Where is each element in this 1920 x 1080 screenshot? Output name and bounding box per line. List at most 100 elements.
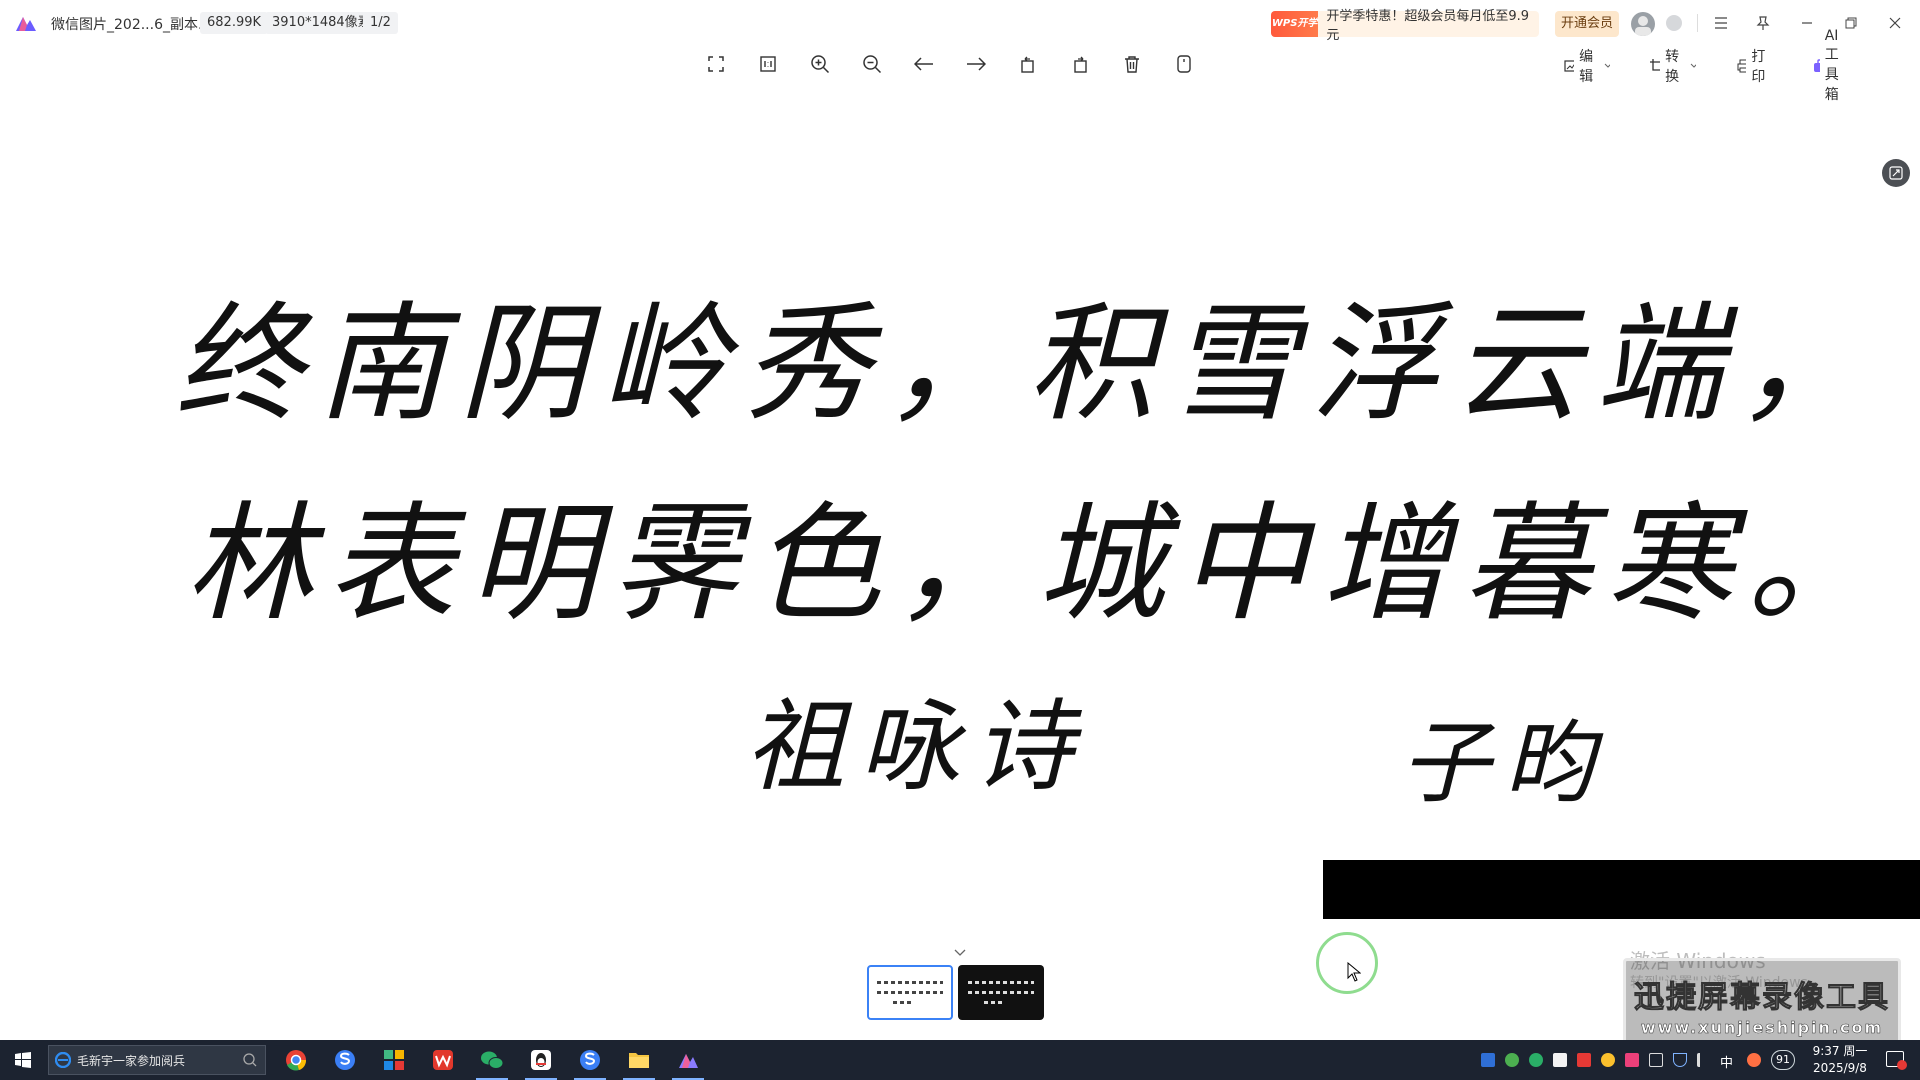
rotate-left-button[interactable] [1012, 48, 1044, 80]
image-viewer-icon [679, 1054, 698, 1068]
rotate-left-icon [1021, 56, 1034, 73]
crop-icon [1650, 59, 1661, 71]
taskbar-clock[interactable]: 9:37 周一 2025/9/8 [1806, 1043, 1874, 1077]
ai-toolbox-button[interactable]: AI工具箱 [1813, 28, 1848, 103]
taskbar-app-sogou-2[interactable] [568, 1040, 612, 1080]
rotate-right-button[interactable] [1064, 48, 1096, 80]
next-button[interactable] [960, 48, 992, 80]
tray-app-icon[interactable] [1481, 1053, 1495, 1067]
thumbnail-text-line [877, 991, 943, 994]
taskbar-app-browser[interactable] [274, 1040, 318, 1080]
windows-logo-icon [15, 1052, 31, 1068]
taskbar-app-wechat[interactable] [470, 1040, 514, 1080]
title-bar: 微信图片_202...6_副本.jpg 682.99K 3910*1484像素 … [0, 0, 1920, 55]
sogou-browser-icon [335, 1050, 355, 1070]
taskbar-search[interactable]: 毛新宇一家参加阅兵 [48, 1045, 266, 1075]
start-button[interactable] [0, 1040, 46, 1080]
vip-button[interactable]: 开通会员 [1555, 11, 1619, 37]
app-logo-icon [16, 17, 36, 31]
printer-icon [1737, 59, 1747, 73]
thumbnail-2[interactable] [958, 965, 1044, 1020]
clock-date: 2025/9/8 [1813, 1061, 1867, 1075]
menu-button[interactable] [1706, 8, 1736, 38]
tray-antivirus-icon[interactable] [1577, 1053, 1591, 1067]
zoom-in-icon [811, 55, 830, 74]
chevron-down-icon [1604, 63, 1610, 68]
thumbnail-toggle[interactable] [944, 944, 976, 962]
phone-icon [1177, 55, 1191, 73]
taskbar-app-tiles[interactable] [372, 1040, 416, 1080]
dimensions-chip: 3910*1484像素 [265, 12, 378, 34]
sogou-browser-icon [580, 1050, 600, 1070]
chrome-icon [286, 1050, 307, 1071]
thumbnail-text-line [893, 1001, 911, 1004]
battery-indicator[interactable]: 91 [1771, 1050, 1795, 1070]
taskbar-app-qq[interactable] [519, 1040, 563, 1080]
convert-menu[interactable]: 转换 [1650, 49, 1696, 85]
volume-icon[interactable] [1697, 1053, 1711, 1067]
thumbnail-text-line [984, 1001, 1002, 1004]
zoom-in-button[interactable] [804, 48, 836, 80]
taskbar-app-image-viewer[interactable] [666, 1040, 710, 1080]
print-label: 打印 [1751, 49, 1766, 85]
taskbar-app-wps[interactable] [421, 1040, 465, 1080]
promo-banner[interactable]: WPS开学季 开学季特惠！超级会员每月低至9.9元 [1271, 9, 1539, 55]
wps-icon [433, 1050, 453, 1070]
edit-menu[interactable]: 编辑 [1564, 49, 1610, 85]
trash-icon [1125, 56, 1139, 73]
qq-icon [531, 1050, 551, 1070]
promo-badge: WPS开学季 [1271, 11, 1319, 55]
search-icon [243, 1053, 257, 1067]
actual-size-button[interactable] [752, 48, 784, 80]
clock-time: 9:37 周一 [1812, 1044, 1868, 1058]
mouse-cursor-icon [1347, 962, 1361, 982]
zoom-out-button[interactable] [856, 48, 888, 80]
fullscreen-button[interactable] [700, 48, 732, 80]
close-button[interactable] [1880, 8, 1910, 38]
more-button[interactable] [1168, 48, 1200, 80]
zoom-out-icon [863, 55, 882, 74]
close-icon [1889, 17, 1901, 29]
previous-button[interactable] [908, 48, 940, 80]
avatar[interactable] [1631, 12, 1655, 36]
tray-qq-icon[interactable] [1553, 1053, 1567, 1067]
thumbnail-1[interactable] [867, 965, 953, 1020]
edge-icon [55, 1052, 71, 1068]
search-text: 毛新宇一家参加阅兵 [77, 1053, 186, 1068]
tray-app-icon[interactable] [1625, 1053, 1639, 1067]
thumbnail-text-line [968, 991, 1034, 994]
fullscreen-icon [708, 56, 724, 72]
promo-text: 开学季特惠！超级会员每月低至9.9元 [1326, 9, 1530, 43]
taskbar: 毛新宇一家参加阅兵 中 91 9:37 周一 2025/9/8 [0, 1040, 1920, 1080]
delete-button[interactable] [1116, 48, 1148, 80]
arrow-left-icon [914, 57, 933, 71]
hamburger-icon [1715, 17, 1727, 29]
calligraphy-line-1: 终南阴岭秀，积雪浮云端， [175, 290, 1880, 439]
thumbnail-text-line [968, 981, 1034, 984]
fit-view-button[interactable] [1882, 159, 1910, 187]
network-icon[interactable] [1649, 1053, 1663, 1067]
calligraphy-line-2: 林表明霁色，城中增暮寒。 [185, 490, 1890, 639]
page-counter-chip: 1/2 [363, 12, 398, 34]
calligraphy-title: 祖咏诗 [745, 688, 1087, 805]
arrow-right-icon [967, 57, 986, 71]
minimize-button[interactable] [1792, 8, 1822, 38]
taskbar-app-sogou[interactable] [323, 1040, 367, 1080]
watermark-url: www.xunjieshipin.com [1640, 1017, 1884, 1037]
ime-indicator[interactable]: 中 [1720, 1052, 1733, 1071]
user-avatar-icon [1635, 16, 1651, 36]
expand-icon [1889, 166, 1903, 180]
notification-icon[interactable] [1886, 1051, 1907, 1070]
divider [1697, 14, 1698, 32]
minimize-icon [1802, 22, 1812, 24]
sync-status-icon[interactable] [1666, 15, 1682, 31]
print-button[interactable]: 打印 [1737, 49, 1770, 85]
tray-people-icon[interactable] [1505, 1053, 1519, 1067]
shield-icon[interactable] [1673, 1053, 1687, 1067]
tray-security-icon[interactable] [1601, 1053, 1615, 1067]
tray-wechat-icon[interactable] [1529, 1053, 1543, 1067]
pin-button[interactable] [1748, 8, 1778, 38]
taskbar-app-explorer[interactable] [617, 1040, 661, 1080]
actual-size-icon [760, 56, 776, 72]
tray-sogou-icon[interactable] [1747, 1053, 1761, 1067]
